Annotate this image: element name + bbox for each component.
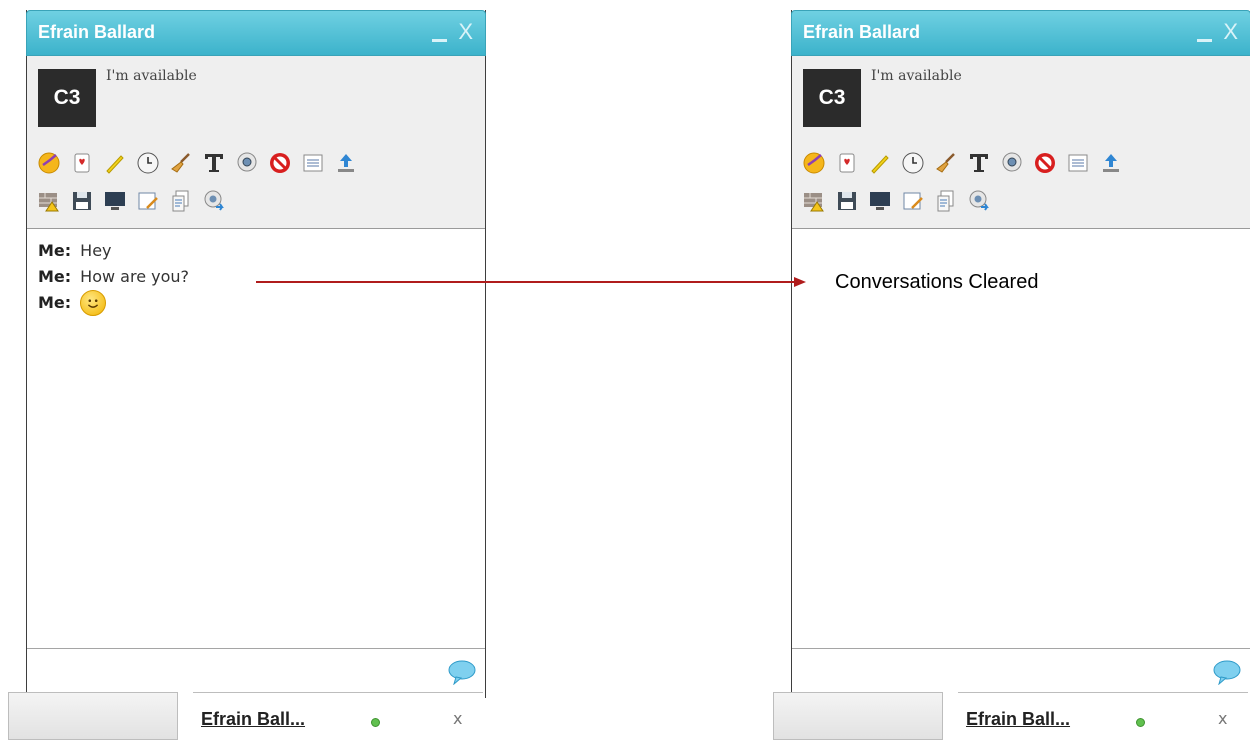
annotation-arrow: [256, 277, 806, 287]
annotation-label: Conversations Cleared: [835, 271, 1039, 293]
